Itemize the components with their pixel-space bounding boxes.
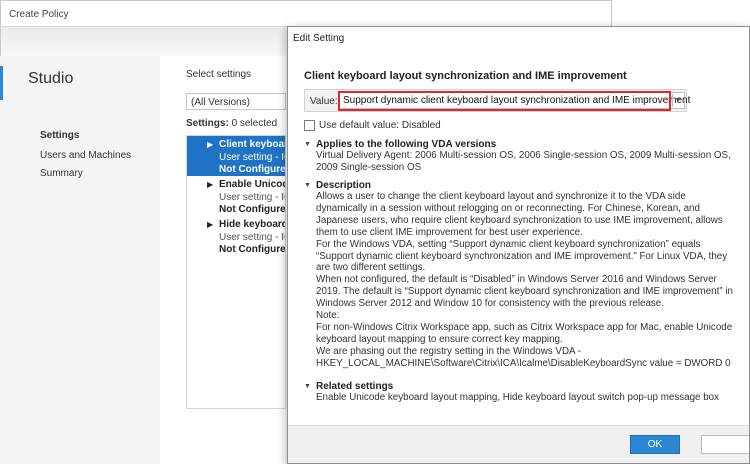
description-section: ▼ Description Allows a user to change th…	[304, 180, 734, 370]
expand-triangle-icon[interactable]: ▶	[207, 220, 213, 229]
collapse-triangle-icon[interactable]: ▼	[304, 182, 311, 189]
description-paragraph: We are phasing out the registry setting …	[316, 345, 731, 369]
use-default-label: Use default value: Disabled	[319, 120, 441, 131]
setting-scope: User setting - IC	[219, 192, 286, 203]
setting-row[interactable]: ▶ Client keyboard User setting - IC Not …	[187, 136, 285, 176]
related-heading[interactable]: ▼ Related settings	[304, 381, 734, 392]
description-paragraph: Note:	[316, 310, 340, 322]
nav-accent-bar	[0, 66, 3, 100]
nav-item-users-and-machines[interactable]: Users and Machines	[40, 150, 131, 161]
window-title: Create Policy	[9, 9, 69, 20]
settings-list: ▶ Client keyboard User setting - IC Not …	[186, 135, 286, 409]
collapse-triangle-icon[interactable]: ▼	[304, 383, 311, 390]
setting-row[interactable]: ▶ Hide keyboard User setting - IC Not Co…	[187, 216, 285, 256]
setting-name: Client keyboard	[219, 139, 285, 150]
description-heading[interactable]: ▼ Description	[304, 180, 734, 191]
edit-setting-dialog: Edit Setting Client keyboard layout sync…	[287, 26, 750, 464]
collapse-triangle-icon[interactable]: ▼	[304, 141, 311, 148]
setting-name: Hide keyboard	[219, 219, 286, 230]
use-default-checkbox[interactable]	[304, 120, 315, 131]
setting-scope: User setting - IC	[219, 152, 286, 163]
description-heading-text: Description	[316, 180, 372, 191]
applies-heading[interactable]: ▼ Applies to the following VDA versions	[304, 139, 734, 150]
setting-row[interactable]: ▶ Enable Unicode User setting - IC Not C…	[187, 176, 285, 216]
settings-count: Settings: 0 selected	[186, 118, 277, 129]
setting-heading: Client keyboard layout synchronization a…	[304, 70, 627, 82]
description-paragraph: For non-Windows Citrix Workspace app, su…	[316, 321, 733, 345]
nav-item-summary[interactable]: Summary	[40, 168, 83, 179]
setting-scope: User setting - IC	[219, 232, 286, 243]
applies-section: ▼ Applies to the following VDA versions …	[304, 139, 734, 174]
applies-heading-text: Applies to the following VDA versions	[316, 139, 497, 150]
cancel-button[interactable]	[701, 435, 749, 454]
expand-triangle-icon[interactable]: ▶	[207, 180, 213, 189]
left-nav	[0, 56, 160, 464]
setting-state: Not Configured	[219, 164, 286, 175]
version-filter-dropdown[interactable]: (All Versions)	[186, 93, 286, 110]
description-paragraph: Allows a user to change the client keybo…	[316, 191, 723, 238]
setting-state: Not Configured	[219, 244, 286, 255]
related-body: Enable Unicode keyboard layout mapping, …	[316, 392, 720, 403]
expand-triangle-icon[interactable]: ▶	[207, 140, 213, 149]
nav-item-settings[interactable]: Settings	[40, 130, 79, 141]
related-section: ▼ Related settings Enable Unicode keyboa…	[304, 381, 734, 404]
value-label: Value:	[310, 96, 338, 107]
dialog-title: Edit Setting	[293, 33, 345, 44]
description-paragraph: For the Windows VDA, setting “Support dy…	[316, 238, 728, 274]
description-paragraph: When not configured, the default is “Dis…	[316, 274, 733, 310]
dialog-footer: OK	[288, 425, 749, 463]
related-heading-text: Related settings	[316, 381, 394, 392]
chevron-down-icon[interactable]: ▼	[672, 94, 683, 107]
setting-state: Not Configured	[219, 204, 286, 215]
select-settings-label: Select settings	[186, 69, 252, 80]
setting-name: Enable Unicode	[219, 179, 285, 190]
applies-body: Virtual Delivery Agent: 2006 Multi-sessi…	[316, 150, 731, 173]
app-title: Studio	[28, 70, 74, 87]
highlight-box	[338, 91, 671, 111]
window-titlebar: Create Policy	[1, 1, 611, 27]
description-body: Allows a user to change the client keybo…	[304, 191, 734, 370]
settings-count-value: 0 selected	[231, 118, 278, 129]
version-filter-value: (All Versions)	[191, 97, 250, 108]
ok-button[interactable]: OK	[630, 435, 680, 454]
settings-count-label: Settings:	[186, 118, 229, 129]
